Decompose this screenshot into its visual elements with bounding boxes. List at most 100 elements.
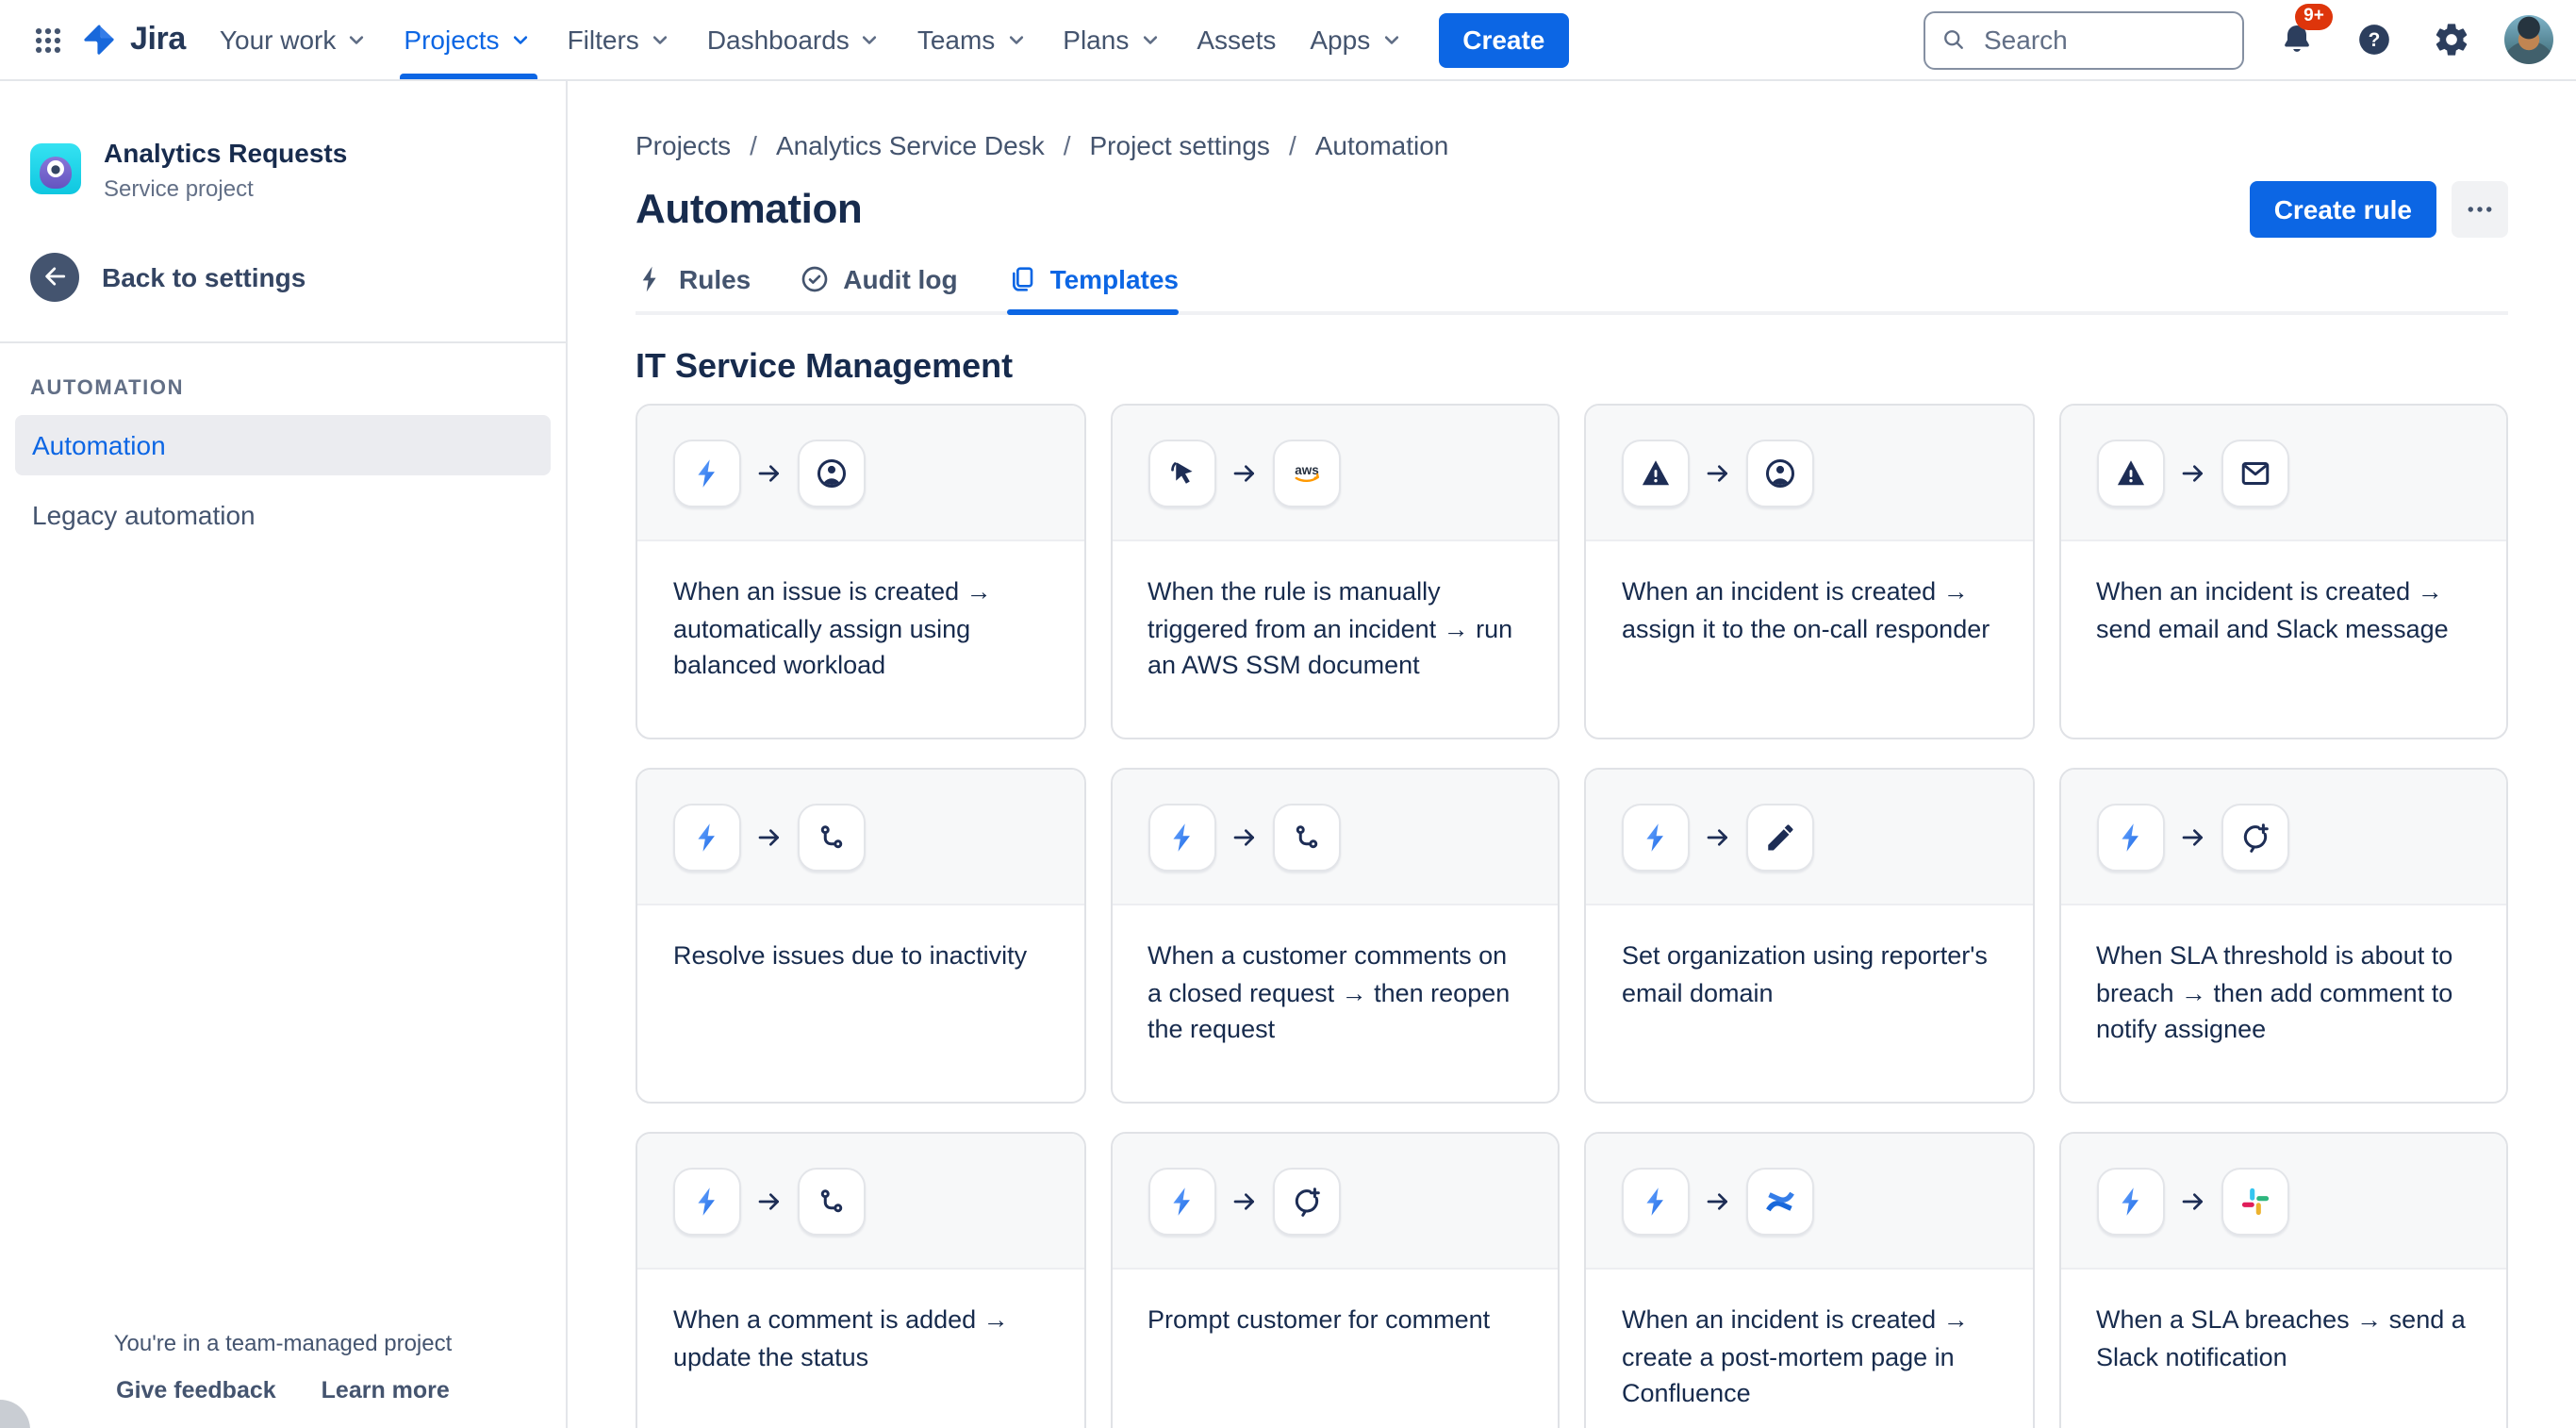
breadcrumb-item-analytics-service-desk[interactable]: Analytics Service Desk	[776, 130, 1045, 160]
workflow-icon	[1272, 803, 1340, 871]
sidebar-footer: You're in a team-managed project Give fe…	[0, 1330, 566, 1403]
tab-audit-log[interactable]: Audit log	[800, 264, 958, 311]
workflow-icon	[798, 803, 866, 871]
nav-item-label: Projects	[404, 25, 500, 55]
arrow-right-icon	[1703, 822, 1733, 852]
page-header: Automation Create rule	[636, 179, 2508, 240]
sidebar-corner-decoration	[0, 1400, 30, 1428]
search-box	[1924, 10, 2244, 69]
help-button[interactable]: ?	[2350, 15, 2399, 64]
nav-item-label: Plans	[1063, 25, 1130, 55]
settings-button[interactable]	[2427, 15, 2476, 64]
section-title: IT Service Management	[636, 347, 1014, 385]
user-avatar[interactable]	[2504, 15, 2553, 64]
automation-lightning-icon	[673, 803, 741, 871]
nav-item-projects[interactable]: Projects	[388, 0, 548, 79]
comment-add-icon	[1272, 1167, 1340, 1235]
templates-icon	[1012, 267, 1032, 291]
nav-item-assets[interactable]: Assets	[1181, 0, 1291, 79]
help-icon: ?	[2359, 25, 2389, 55]
breadcrumb-separator: /	[1063, 130, 1071, 160]
sidebar-items: Automation Legacy automation	[0, 414, 566, 545]
project-sidebar: Analytics Requests Service project Back …	[0, 81, 568, 1428]
svg-text:?: ?	[2369, 29, 2381, 51]
arrow-left-icon	[30, 252, 79, 302]
template-card[interactable]: When an incident is created → send email…	[2058, 404, 2508, 739]
person-icon	[1746, 439, 1814, 506]
template-card[interactable]: When a SLA breaches → send a Slack notif…	[2058, 1132, 2508, 1428]
template-card-grid: When an issue is created → automatically…	[636, 404, 2508, 1428]
template-card-header: aws	[1112, 406, 1558, 541]
team-managed-note: You're in a team-managed project	[113, 1330, 453, 1356]
manual-trigger-icon	[1148, 439, 1215, 506]
template-card-text: When the rule is manually triggered from…	[1148, 577, 1513, 680]
automation-lightning-icon	[673, 1167, 741, 1235]
template-card[interactable]: When SLA threshold is about to breach → …	[2058, 768, 2508, 1104]
jira-logo-icon	[79, 20, 119, 59]
nav-item-label: Apps	[1310, 25, 1371, 55]
template-card[interactable]: Prompt customer for comment	[1110, 1132, 1560, 1428]
template-card[interactable]: When an incident is created → create a p…	[1584, 1132, 2034, 1428]
confluence-icon	[1746, 1167, 1814, 1235]
tab-templates[interactable]: Templates	[1006, 264, 1180, 315]
breadcrumb: Projects / Analytics Service Desk / Project …	[636, 126, 2508, 164]
template-card-body: When an issue is created → automatically…	[637, 541, 1083, 684]
template-card-body: When the rule is manually triggered from…	[1112, 541, 1558, 684]
template-card-header	[1586, 1134, 2032, 1270]
nav-item-apps[interactable]: Apps	[1295, 0, 1419, 79]
breadcrumb-item-automation[interactable]: Automation	[1315, 130, 1449, 160]
breadcrumb-item-projects[interactable]: Projects	[636, 130, 731, 160]
template-card-body: When an incident is created → send email…	[2060, 541, 2506, 647]
template-card[interactable]: When an issue is created → automatically…	[636, 404, 1085, 739]
app-switcher-icon	[34, 26, 60, 53]
breadcrumb-separator: /	[1288, 130, 1296, 160]
nav-menu: Your work Projects Filters Dashboards Teams P…	[205, 0, 1419, 79]
template-card-body: When a customer comments on a closed req…	[1112, 905, 1558, 1048]
gear-icon	[2436, 24, 2468, 56]
notifications-button[interactable]: 9+	[2272, 4, 2333, 64]
nav-item-label: Teams	[916, 25, 996, 55]
nav-item-filters[interactable]: Filters	[553, 0, 688, 79]
template-card-header	[1112, 1134, 1558, 1270]
rules-lightning-icon	[642, 266, 656, 292]
nav-item-teams[interactable]: Teams	[902, 0, 1044, 79]
chevron-down-icon	[513, 36, 527, 44]
template-card[interactable]: aws When the rule is manually triggered f…	[1110, 404, 1560, 739]
template-card[interactable]: Resolve issues due to inactivity	[636, 768, 1085, 1104]
nav-item-dashboards[interactable]: Dashboards	[692, 0, 899, 79]
create-rule-button[interactable]: Create rule	[2249, 181, 2436, 238]
nav-item-plans[interactable]: Plans	[1048, 0, 1178, 79]
sidebar-item-legacy-automation[interactable]: Legacy automation	[15, 485, 551, 545]
sidebar-item-automation[interactable]: Automation	[15, 414, 551, 475]
breadcrumb-item-project-settings[interactable]: Project settings	[1090, 130, 1270, 160]
chevron-down-icon	[652, 36, 667, 44]
template-card[interactable]: Set organization using reporter's email …	[1584, 768, 2034, 1104]
notification-badge: 9+	[2295, 4, 2333, 29]
template-card-header	[1112, 770, 1558, 905]
chevron-down-icon	[1384, 36, 1398, 44]
learn-more-link[interactable]: Learn more	[322, 1377, 450, 1403]
app-switcher-button[interactable]	[19, 11, 75, 68]
breadcrumb-separator: /	[750, 130, 757, 160]
create-button[interactable]: Create	[1438, 12, 1570, 67]
incident-icon	[2096, 439, 2164, 506]
arrow-right-icon	[754, 457, 784, 488]
search-input[interactable]	[1980, 23, 2227, 57]
back-to-settings[interactable]: Back to settings	[30, 252, 536, 302]
arrow-right-icon	[1229, 822, 1259, 852]
give-feedback-link[interactable]: Give feedback	[116, 1377, 276, 1403]
template-card[interactable]: When an incident is created → assign it …	[1584, 404, 2034, 739]
template-card-body: Set organization using reporter's email …	[1586, 905, 2032, 1011]
chevron-down-icon	[863, 36, 877, 44]
template-card-header	[637, 406, 1083, 541]
tab-rules[interactable]: Rules	[636, 264, 751, 311]
template-card-text: Resolve issues due to inactivity	[673, 941, 1028, 970]
top-navigation: Jira Your work Projects Filters Dashboards T…	[0, 0, 2576, 81]
jira-logo[interactable]: Jira	[79, 20, 186, 59]
template-card[interactable]: When a comment is added → update the sta…	[636, 1132, 1085, 1428]
template-card-body: When SLA threshold is about to breach → …	[2060, 905, 2506, 1048]
more-options-button[interactable]	[2452, 181, 2508, 238]
nav-item-your-work[interactable]: Your work	[205, 0, 386, 79]
back-to-settings-label: Back to settings	[102, 261, 306, 292]
template-card[interactable]: When a customer comments on a closed req…	[1110, 768, 1560, 1104]
